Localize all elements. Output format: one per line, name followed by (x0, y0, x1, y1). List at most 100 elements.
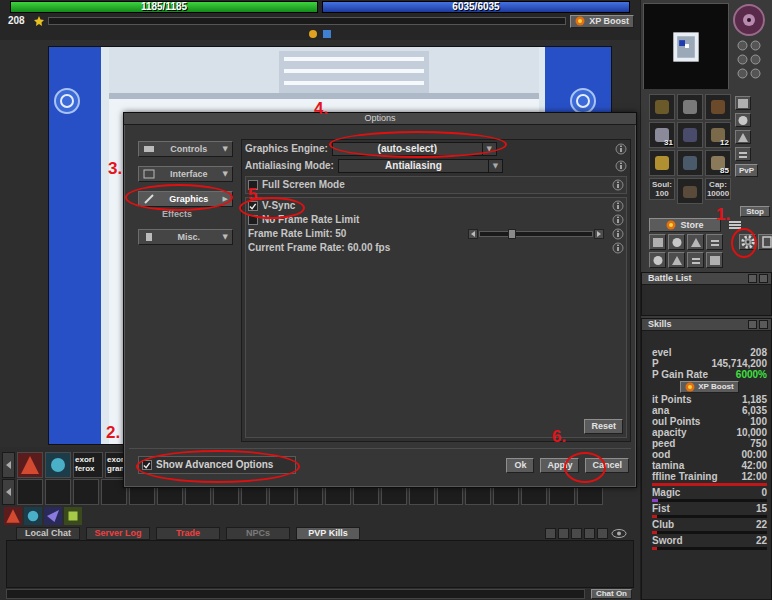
shortcut-button[interactable] (687, 252, 704, 268)
info-icon[interactable] (612, 228, 624, 240)
hotkey-slot[interactable] (17, 452, 43, 478)
slider-left-button[interactable] (468, 229, 478, 239)
shortcut-button[interactable] (649, 234, 666, 250)
equipment-slot[interactable] (649, 150, 675, 176)
pvp-button[interactable]: PvP (735, 164, 758, 177)
stop-button[interactable]: Stop (740, 206, 770, 217)
spell-icon[interactable] (44, 507, 62, 525)
setting-row: Current Frame Rate: 60.00 fps (248, 241, 624, 255)
info-icon[interactable] (612, 242, 624, 254)
spell-icon[interactable] (4, 507, 22, 525)
shortcut-button[interactable] (668, 252, 685, 268)
info-icon[interactable] (612, 200, 624, 212)
info-icon[interactable] (615, 143, 627, 155)
portal-icon[interactable] (53, 87, 81, 115)
skill-progress (652, 547, 767, 550)
spell-icon[interactable] (24, 507, 42, 525)
info-icon[interactable] (612, 214, 624, 226)
category-item[interactable]: Graphics▶ (138, 191, 233, 207)
dropdown[interactable]: Antialiasing▼ (338, 159, 503, 173)
zoom-icon[interactable] (750, 54, 761, 65)
equipment-slot[interactable]: 12 (705, 122, 731, 148)
chat-tab[interactable]: Local Chat (16, 527, 80, 540)
info-icon[interactable] (615, 160, 627, 172)
equipment-slot[interactable] (677, 122, 703, 148)
skills-header: Skills (642, 319, 771, 331)
chat-tab[interactable]: PVP Kills (296, 527, 360, 540)
equipment-slot[interactable]: 85 (705, 150, 731, 176)
scroll-left-icon[interactable] (2, 452, 15, 478)
shortcut-button[interactable] (706, 252, 723, 268)
combat-mode-button[interactable] (735, 113, 751, 127)
scroll-left-icon[interactable] (2, 479, 15, 505)
hotkey-slot[interactable] (17, 479, 43, 505)
shortcut-button[interactable] (706, 234, 723, 250)
eye-icon[interactable] (610, 528, 628, 539)
frame-rate-slider[interactable] (468, 229, 604, 239)
equipment-slot[interactable] (677, 178, 703, 204)
category-label: Misc. (158, 232, 220, 243)
chat-tab[interactable]: NPCs (226, 527, 290, 540)
advanced-options-toggle[interactable]: Show Advanced Options (138, 456, 296, 474)
minimap-icon[interactable] (643, 3, 729, 89)
shortcut-button[interactable] (649, 252, 666, 268)
ok-button[interactable]: Ok (506, 458, 534, 473)
cancel-button[interactable]: Cancel (585, 458, 629, 473)
hotkey-slot[interactable] (45, 479, 71, 505)
equipment-slot[interactable] (705, 94, 731, 120)
panel-menu-button[interactable] (748, 274, 757, 283)
skill-label: ood (652, 449, 670, 460)
chat-toggle-button[interactable]: Chat On (591, 589, 632, 599)
slider-handle[interactable] (508, 229, 516, 239)
zoom-icon[interactable] (737, 40, 748, 51)
equipment-slot[interactable] (677, 94, 703, 120)
shortcut-button[interactable] (668, 234, 685, 250)
chat-input[interactable] (6, 589, 585, 599)
zoom-icon[interactable] (737, 54, 748, 65)
reset-button[interactable]: Reset (584, 419, 623, 434)
portal-icon[interactable] (569, 87, 597, 115)
category-item[interactable]: Interface▼ (138, 166, 233, 182)
equipment-slot[interactable] (677, 150, 703, 176)
advanced-options-label: Show Advanced Options (156, 459, 273, 471)
chat-tool-button[interactable] (558, 528, 569, 539)
panel-menu-button[interactable] (748, 320, 757, 329)
logout-button[interactable] (758, 234, 772, 250)
zoom-icon[interactable] (750, 40, 761, 51)
combat-mode-button[interactable] (735, 96, 751, 110)
chat-tool-button[interactable] (597, 528, 608, 539)
combat-mode-button[interactable] (735, 130, 751, 144)
equipment-slot[interactable] (649, 94, 675, 120)
dropdown[interactable]: (auto-select)▼ (332, 142, 497, 156)
graphics-settings: Graphics Engine:(auto-select)▼Antialiasi… (241, 139, 631, 442)
panel-close-button[interactable] (759, 274, 768, 283)
expand-arrow: ▼ (223, 170, 228, 178)
chat-tab[interactable]: Server Log (86, 527, 150, 540)
zoom-icon[interactable] (750, 68, 761, 79)
info-icon[interactable] (612, 179, 624, 191)
hotkey-slot[interactable] (45, 452, 71, 478)
category-item[interactable]: Controls▼ (138, 141, 233, 157)
compass-icon[interactable] (732, 3, 766, 37)
checkbox[interactable] (142, 460, 152, 470)
zoom-icon[interactable] (737, 68, 748, 79)
category-item[interactable]: Misc.▼ (138, 229, 233, 245)
spell-icon[interactable] (64, 507, 82, 525)
shortcut-button[interactable] (687, 234, 704, 250)
xp-boost-button[interactable]: XP Boost (570, 15, 634, 28)
chat-tool-button[interactable] (545, 528, 556, 539)
chat-tab[interactable]: Trade (156, 527, 220, 540)
hotkey-slot[interactable]: exori ferox (73, 452, 103, 478)
combat-mode-button[interactable] (735, 147, 751, 161)
store-button[interactable]: Store (649, 218, 721, 232)
chat-tool-button[interactable] (584, 528, 595, 539)
slider-right-button[interactable] (594, 229, 604, 239)
xp-boost-button[interactable]: XP Boost (680, 381, 738, 393)
hotkey-slot[interactable] (73, 479, 99, 505)
options-button[interactable] (739, 234, 756, 250)
equipment-slot[interactable]: 31 (649, 122, 675, 148)
apply-button[interactable]: Apply (540, 458, 579, 473)
chat-tool-button[interactable] (571, 528, 582, 539)
checkbox[interactable] (248, 215, 258, 225)
panel-close-button[interactable] (759, 320, 768, 329)
